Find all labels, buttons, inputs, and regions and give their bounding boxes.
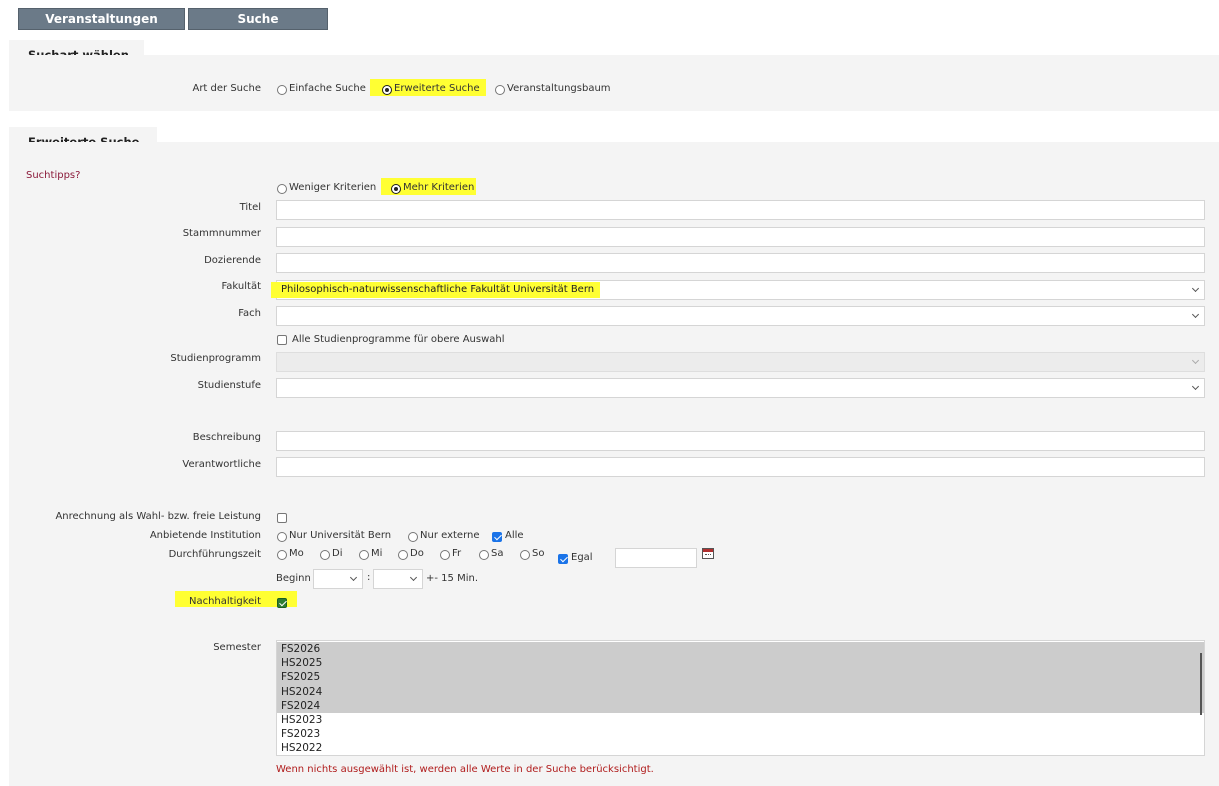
stammnummer-input[interactable] bbox=[276, 227, 1205, 247]
radio-event-tree[interactable] bbox=[495, 85, 505, 95]
chevron-down-icon bbox=[1191, 356, 1200, 365]
description-input[interactable] bbox=[276, 431, 1205, 451]
chevron-down-icon bbox=[409, 573, 418, 582]
stammnummer-label: Stammnummer bbox=[182, 228, 261, 239]
semester-hint: Wenn nichts ausgewählt ist, werden alle … bbox=[276, 764, 654, 775]
day-mo-label: Mo bbox=[289, 548, 304, 559]
radio-day-mi[interactable] bbox=[359, 550, 369, 560]
option-more-criteria-label: Mehr Kriterien bbox=[403, 182, 475, 193]
only-unibern-label: Nur Universität Bern bbox=[289, 530, 392, 541]
subject-label: Fach bbox=[238, 308, 261, 319]
sustainability-checkbox[interactable] bbox=[277, 598, 287, 608]
semester-option[interactable]: FS2024 bbox=[277, 698, 1204, 713]
study-program-select bbox=[276, 352, 1205, 372]
search-tips-link[interactable]: Suchtipps? bbox=[26, 170, 80, 181]
semester-option[interactable]: HS2022 bbox=[277, 741, 1204, 755]
all-institutions-checkbox[interactable] bbox=[492, 532, 502, 542]
search-type-label: Art der Suche bbox=[192, 83, 261, 94]
dozierende-input[interactable] bbox=[276, 253, 1205, 273]
radio-day-di[interactable] bbox=[320, 550, 330, 560]
radio-day-so[interactable] bbox=[520, 550, 530, 560]
radio-day-do[interactable] bbox=[398, 550, 408, 560]
study-program-label: Studienprogramm bbox=[170, 353, 261, 364]
start-minute-select[interactable] bbox=[373, 569, 423, 589]
study-level-label: Studienstufe bbox=[197, 380, 261, 391]
search-events-button[interactable]: Veranstaltungen suchen bbox=[18, 8, 185, 46]
semester-scrollbar[interactable] bbox=[1200, 653, 1202, 715]
chevron-down-icon bbox=[349, 573, 358, 582]
responsible-input[interactable] bbox=[276, 457, 1205, 477]
option-event-tree-label: Veranstaltungsbaum bbox=[507, 83, 611, 94]
day-do-label: Do bbox=[410, 548, 424, 559]
start-hour-select[interactable] bbox=[313, 569, 363, 589]
credit-checkbox[interactable] bbox=[277, 513, 287, 523]
credit-label: Anrechnung als Wahl- bzw. freie Leistung bbox=[55, 511, 261, 522]
faculty-select[interactable]: Philosophisch-naturwissenschaftliche Fak… bbox=[271, 280, 1205, 300]
calendar-icon[interactable] bbox=[702, 548, 714, 559]
chevron-down-icon bbox=[1191, 310, 1200, 319]
faculty-label: Fakultät bbox=[221, 281, 261, 292]
description-label: Beschreibung bbox=[192, 432, 261, 443]
semester-listbox[interactable]: FS2026 HS2025 FS2025 HS2024 FS2024 HS202… bbox=[276, 640, 1205, 756]
radio-day-sa[interactable] bbox=[479, 550, 489, 560]
time-separator: : bbox=[367, 572, 371, 583]
radio-simple-search[interactable] bbox=[277, 85, 287, 95]
option-fewer-criteria-label: Weniger Kriterien bbox=[289, 182, 377, 193]
reset-search-button[interactable]: Suche zurücksetzen bbox=[188, 8, 328, 46]
sustainability-label: Nachhaltigkeit bbox=[188, 596, 261, 607]
study-level-select[interactable] bbox=[276, 378, 1205, 398]
day-di-label: Di bbox=[332, 548, 343, 559]
semester-option[interactable]: FS2025 bbox=[277, 670, 1204, 685]
time-tolerance-label: +- 15 Min. bbox=[426, 573, 478, 584]
chevron-down-icon bbox=[1191, 382, 1200, 391]
start-time-label: Beginn bbox=[276, 573, 311, 584]
radio-advanced-search[interactable] bbox=[382, 85, 392, 95]
only-external-label: Nur externe bbox=[420, 530, 480, 541]
date-input[interactable] bbox=[615, 548, 697, 568]
institution-label: Anbietende Institution bbox=[149, 530, 261, 541]
radio-fewer-criteria[interactable] bbox=[277, 184, 287, 194]
semester-label: Semester bbox=[213, 642, 261, 653]
all-programs-label: Alle Studienprogramme für obere Auswahl bbox=[292, 334, 505, 345]
title-label: Titel bbox=[239, 202, 261, 213]
radio-more-criteria[interactable] bbox=[391, 184, 401, 194]
day-fr-label: Fr bbox=[452, 548, 462, 559]
day-so-label: So bbox=[532, 548, 545, 559]
semester-option[interactable]: FS2023 bbox=[277, 727, 1204, 741]
radio-only-external[interactable] bbox=[408, 532, 418, 542]
day-mi-label: Mi bbox=[371, 548, 383, 559]
semester-option[interactable]: FS2026 bbox=[277, 642, 1204, 657]
responsible-label: Verantwortliche bbox=[182, 459, 261, 470]
radio-day-fr[interactable] bbox=[440, 550, 450, 560]
option-simple-search-label: Einfache Suche bbox=[289, 83, 366, 94]
subject-select[interactable] bbox=[276, 306, 1205, 326]
all-programs-checkbox[interactable] bbox=[277, 335, 287, 345]
all-institutions-label: Alle bbox=[505, 530, 524, 541]
semester-option[interactable]: HS2025 bbox=[277, 656, 1204, 671]
title-input[interactable] bbox=[276, 200, 1205, 220]
any-time-checkbox[interactable] bbox=[558, 554, 568, 564]
any-time-label: Egal bbox=[571, 552, 593, 563]
dozierende-label: Dozierende bbox=[204, 255, 261, 266]
schedule-label: Durchführungszeit bbox=[168, 549, 261, 560]
faculty-select-value: Philosophisch-naturwissenschaftliche Fak… bbox=[281, 284, 595, 295]
day-sa-label: Sa bbox=[491, 548, 504, 559]
search-type-panel bbox=[9, 55, 1219, 111]
option-advanced-search-label: Erweiterte Suche bbox=[394, 83, 480, 94]
semester-option[interactable]: HS2023 bbox=[277, 713, 1204, 727]
radio-day-mo[interactable] bbox=[277, 550, 287, 560]
chevron-down-icon bbox=[1191, 284, 1200, 293]
semester-option[interactable]: HS2024 bbox=[277, 684, 1204, 699]
radio-only-unibern[interactable] bbox=[277, 532, 287, 542]
